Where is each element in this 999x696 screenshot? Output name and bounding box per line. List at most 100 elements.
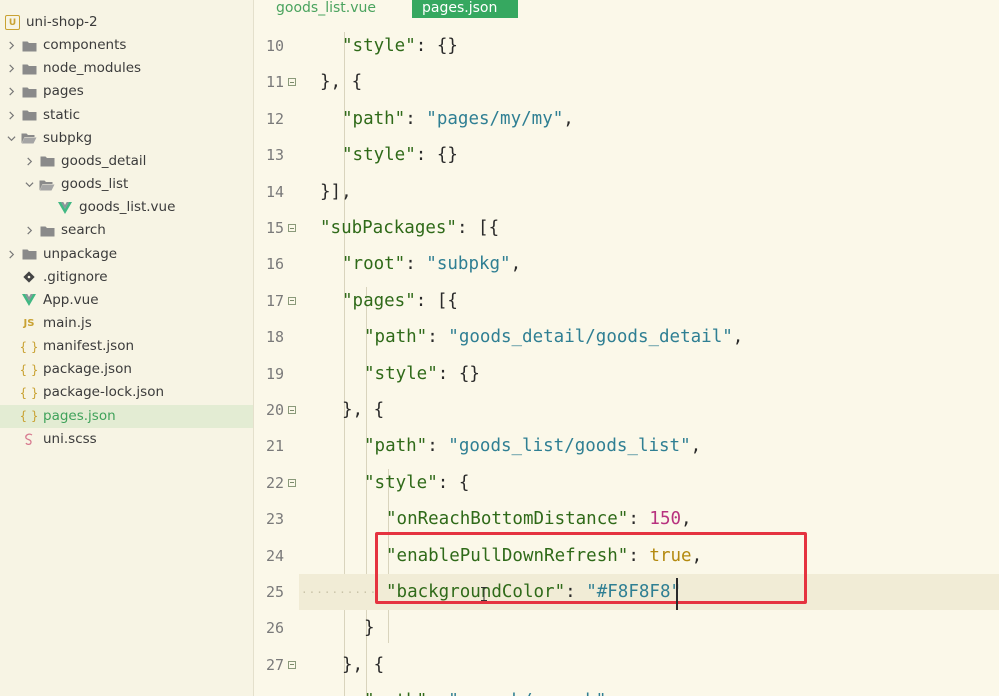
code-token: , — [732, 327, 744, 348]
code-token: "style" — [342, 36, 416, 56]
folder-icon — [21, 247, 37, 261]
file-tree-item[interactable]: uni.scss — [0, 428, 253, 451]
code-text: "onReachBottomDistance": 150, — [386, 509, 692, 529]
ibeam-cursor-icon — [481, 587, 487, 601]
folder-icon — [39, 154, 55, 168]
whitespace-markers: ·········· — [301, 585, 378, 599]
code-text: }, { — [342, 400, 384, 420]
chevron-right-icon[interactable] — [23, 225, 35, 237]
file-tree-item[interactable]: goods_detail — [0, 150, 253, 173]
folder-open-icon — [39, 178, 55, 192]
chevron-right-icon[interactable] — [23, 155, 35, 167]
code-token: : — [427, 436, 449, 457]
file-tree-item[interactable]: { } package.json — [0, 358, 253, 381]
file-tree-item[interactable]: static — [0, 104, 253, 127]
fold-toggle-icon[interactable] — [288, 478, 296, 487]
chevron-down-icon[interactable] — [23, 179, 35, 191]
chevron-right-icon[interactable] — [5, 86, 17, 98]
file-tree-item[interactable]: .gitignore — [0, 266, 253, 289]
code-line[interactable]: 22 "style": { — [254, 465, 999, 501]
code-line[interactable]: 27 }, { — [254, 647, 999, 683]
code-token: , — [563, 108, 574, 129]
chevron-right-icon[interactable] — [5, 40, 17, 52]
file-tree-item[interactable]: pages — [0, 80, 253, 103]
file-tree-item[interactable]: node_modules — [0, 57, 253, 80]
code-line[interactable]: 20}, { — [254, 392, 999, 428]
editor-tab-bar: goods_list.vue pages.json — [254, 0, 999, 18]
line-number: 10 — [265, 37, 284, 55]
fold-toggle-icon[interactable] — [288, 224, 296, 232]
file-tree-item[interactable]: search — [0, 219, 253, 242]
folder-icon — [39, 224, 55, 238]
file-tree-item[interactable]: App.vue — [0, 289, 253, 312]
code-token: "goods_list/goods_list" — [448, 436, 691, 457]
file-tree-item[interactable]: { } pages.json — [0, 404, 253, 428]
code-token: }, { — [342, 654, 385, 675]
code-line[interactable]: 17 "pages": [{ — [254, 283, 999, 319]
code-line[interactable]: 15 "subPackages": [{ — [254, 210, 999, 246]
fold-toggle-icon[interactable] — [288, 296, 296, 305]
file-tree-label: package-lock.json — [43, 384, 165, 401]
code-text: "style": { — [364, 473, 469, 493]
line-number: 11 — [265, 73, 284, 92]
chevron-down-icon[interactable] — [5, 132, 17, 144]
line-number: 17 — [265, 291, 284, 310]
code-token: "search/search" — [448, 691, 606, 696]
fold-toggle-icon[interactable] — [288, 78, 296, 87]
file-tree-item[interactable]: { } manifest.json — [0, 335, 253, 358]
vue-icon — [57, 201, 73, 215]
fold-toggle-icon[interactable] — [288, 660, 296, 669]
code-token: : — [405, 108, 427, 129]
code-text: }, { — [320, 72, 362, 92]
line-number: 27 — [265, 655, 284, 674]
code-line[interactable]: 21 "path": "goods_list/goods_list", — [254, 428, 999, 464]
code-line[interactable]: 12 "path": "pages/my/my", — [254, 101, 999, 137]
code-text: "path": "goods_detail/goods_detail", — [364, 327, 743, 347]
code-line[interactable]: 26} — [254, 610, 999, 646]
file-tree-item[interactable]: subpkg — [0, 127, 253, 150]
annotation-highlight-box — [375, 532, 807, 604]
code-token: : [{ — [456, 218, 500, 238]
file-tree-item[interactable]: JS main.js — [0, 312, 253, 335]
chevron-right-icon[interactable] — [5, 248, 17, 260]
line-number: 16 — [265, 255, 284, 274]
code-line[interactable]: 19 "style": {} — [254, 356, 999, 392]
git-icon — [21, 270, 37, 284]
file-tree-item[interactable]: unpackage — [0, 243, 253, 266]
file-tree-item[interactable]: goods_list.vue — [0, 196, 253, 219]
code-line[interactable]: "path": "search/search" — [254, 683, 999, 696]
json-icon: { } — [19, 385, 39, 400]
code-text: "path": "search/search" — [364, 691, 606, 696]
project-root-item[interactable]: Uuni-shop-2 — [0, 11, 253, 34]
code-token: "subPackages" — [320, 218, 457, 238]
code-token: : {} — [415, 145, 458, 166]
code-line[interactable]: 14}], — [254, 174, 999, 210]
tab-pages-json[interactable]: pages.json — [412, 0, 518, 18]
code-text: "style": {} — [342, 145, 458, 165]
code-token: "path" — [364, 327, 428, 348]
chevron-right-icon[interactable] — [5, 63, 17, 75]
file-tree-item[interactable]: goods_list — [0, 173, 253, 196]
code-token: "pages/my/my" — [426, 108, 564, 129]
code-line[interactable]: 18 "path": "goods_detail/goods_detail", — [254, 319, 999, 355]
fold-toggle-icon[interactable] — [288, 406, 296, 414]
file-tree-label: manifest.json — [43, 338, 135, 355]
code-token: , — [690, 436, 702, 457]
tab-goods-list-vue[interactable]: goods_list.vue — [266, 0, 386, 18]
file-tree-label: App.vue — [43, 291, 99, 308]
chevron-right-icon[interactable] — [5, 109, 17, 121]
file-tree-label: static — [43, 106, 81, 123]
code-token: 150 — [649, 509, 682, 530]
code-token: "subpkg" — [426, 254, 511, 275]
file-tree-item[interactable]: components — [0, 34, 253, 57]
code-line[interactable]: 10 "style": {} — [254, 28, 999, 64]
code-line[interactable]: 16 "root": "subpkg", — [254, 246, 999, 282]
code-line[interactable]: 13 "style": {} — [254, 137, 999, 173]
code-token: "root" — [342, 254, 406, 275]
code-token: } — [364, 618, 375, 639]
file-tree-item[interactable]: { } package-lock.json — [0, 381, 253, 404]
line-number: 26 — [265, 619, 284, 638]
code-token: : — [427, 327, 449, 348]
code-line[interactable]: 11 }, { — [254, 64, 999, 100]
code-token: : {} — [415, 36, 458, 56]
